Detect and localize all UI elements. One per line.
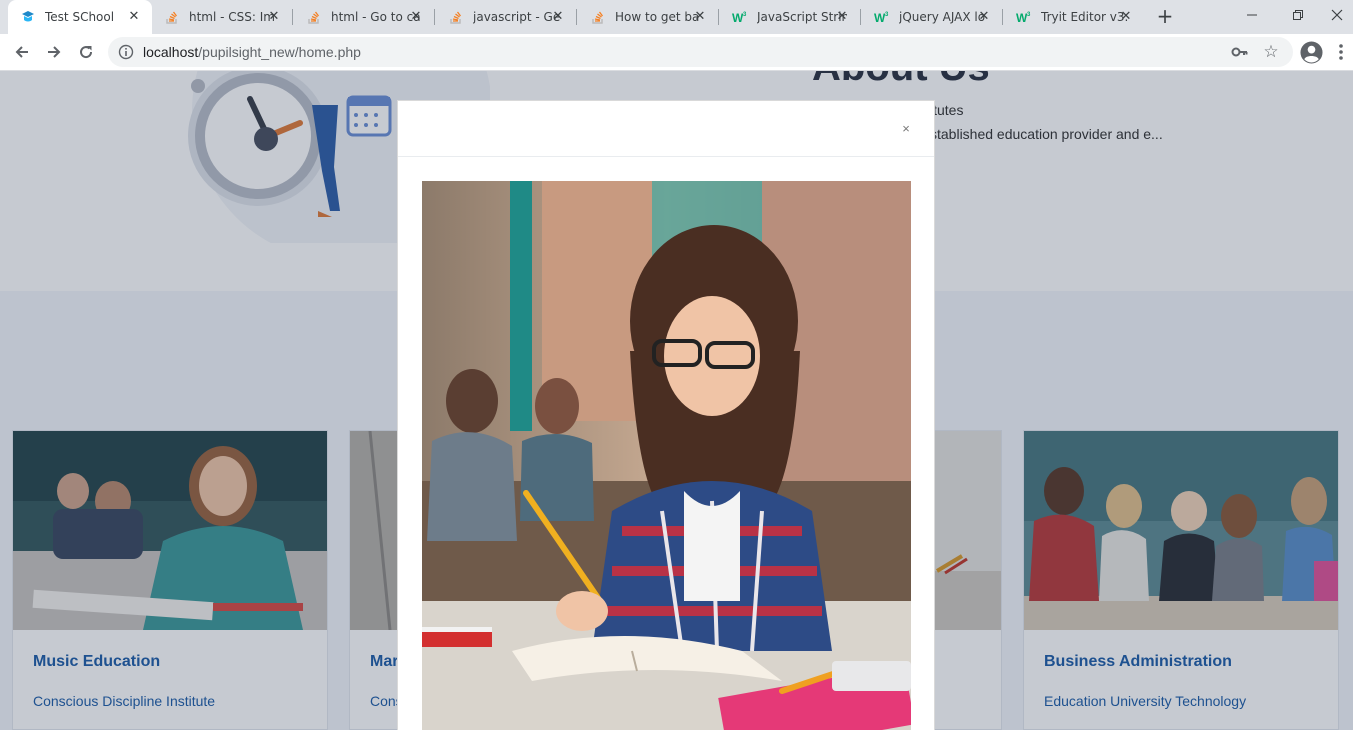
new-tab-button[interactable]: + — [1154, 5, 1176, 27]
stackoverflow-icon — [306, 9, 322, 25]
image-modal: × — [397, 100, 935, 730]
minimize-button[interactable] — [1229, 0, 1275, 30]
tab-close-icon[interactable]: ✕ — [550, 9, 566, 25]
tab-separator — [718, 9, 719, 25]
tab-close-icon[interactable]: ✕ — [408, 9, 424, 25]
w3schools-icon: W3 — [732, 9, 748, 25]
reload-icon — [80, 46, 93, 59]
bookmark-star-icon[interactable]: ☆ — [1261, 42, 1281, 62]
tab-jquery-ajax[interactable]: W3 jQuery AJAX lo ✕ — [862, 0, 1002, 34]
tab-go-to[interactable]: html - Go to ca ✕ — [294, 0, 434, 34]
info-icon[interactable] — [118, 44, 134, 60]
tab-close-icon[interactable]: ✕ — [976, 9, 992, 25]
svg-text:3: 3 — [885, 12, 889, 18]
stackoverflow-icon — [448, 9, 464, 25]
tab-close-icon[interactable]: ✕ — [692, 9, 708, 25]
tab-separator — [1002, 9, 1003, 25]
svg-text:3: 3 — [1027, 12, 1031, 18]
svg-text:3: 3 — [743, 12, 747, 18]
tab-separator — [576, 9, 577, 25]
tab-css-img[interactable]: html - CSS: Im ✕ — [152, 0, 292, 34]
stackoverflow-icon — [590, 9, 606, 25]
restore-icon — [1293, 10, 1303, 20]
modal-close-button[interactable]: × — [898, 121, 914, 137]
url-text[interactable]: localhost/pupilsight_new/home.php — [143, 44, 361, 60]
browser-toolbar: localhost/pupilsight_new/home.php ☆ — [0, 34, 1353, 71]
tab-javascript-get[interactable]: javascript - Ge ✕ — [436, 0, 576, 34]
close-icon — [1331, 9, 1342, 21]
school-logo-icon — [20, 9, 36, 25]
tab-close-icon[interactable]: ✕ — [834, 9, 850, 25]
page-viewport: About Us itutes stablished education pro… — [0, 71, 1353, 730]
arrow-right-icon — [48, 46, 61, 58]
tab-separator — [860, 9, 861, 25]
tab-separator — [292, 9, 293, 25]
tab-how-to-get[interactable]: How to get ba ✕ — [578, 0, 718, 34]
modal-header: × — [398, 101, 934, 157]
tab-separator — [434, 9, 435, 25]
address-bar[interactable]: localhost/pupilsight_new/home.php ☆ — [108, 37, 1293, 67]
forward-button[interactable] — [41, 39, 67, 65]
modal-image — [422, 181, 911, 730]
tab-javascript-string[interactable]: W3 JavaScript Strin ✕ — [720, 0, 860, 34]
w3schools-icon: W3 — [1016, 9, 1032, 25]
arrow-left-icon — [15, 46, 28, 58]
tab-title: Test SChool — [45, 10, 115, 24]
tab-strip: Test SChool ✕ html - CSS: Im ✕ html - Go… — [0, 0, 1353, 34]
close-window-button[interactable] — [1320, 0, 1353, 30]
reload-button[interactable] — [73, 39, 99, 65]
minimize-icon — [1247, 14, 1257, 16]
stackoverflow-icon — [164, 9, 180, 25]
profile-avatar-icon[interactable] — [1300, 41, 1323, 64]
url-host: localhost — [143, 44, 199, 60]
restore-button[interactable] — [1275, 0, 1321, 30]
tab-close-icon[interactable]: ✕ — [266, 9, 282, 25]
w3schools-icon: W3 — [874, 9, 890, 25]
tab-tryit-editor[interactable]: W3 Tryit Editor v3. ✕ — [1004, 0, 1144, 34]
key-icon[interactable] — [1231, 44, 1249, 60]
kebab-menu-icon[interactable] — [1336, 42, 1346, 62]
tab-close-icon[interactable]: ✕ — [126, 9, 142, 25]
url-path: /pupilsight_new/home.php — [198, 44, 361, 60]
tab-close-icon[interactable]: ✕ — [1118, 9, 1134, 25]
tab-test-school[interactable]: Test SChool ✕ — [8, 0, 152, 34]
back-button[interactable] — [9, 39, 35, 65]
